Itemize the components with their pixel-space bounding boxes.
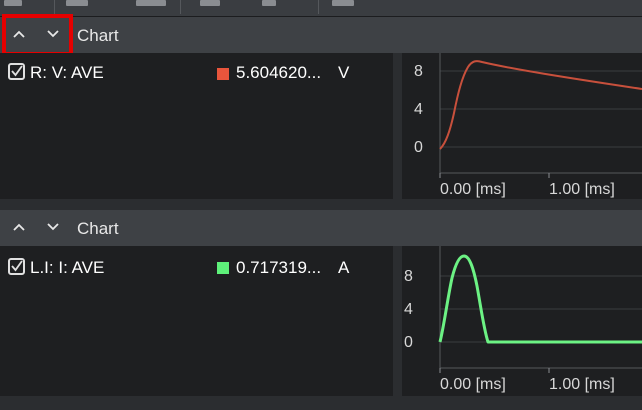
signal-checkbox[interactable] <box>8 63 25 80</box>
panel-title: Chart <box>77 26 119 45</box>
y-tick-label: 0 <box>404 334 413 351</box>
bottom-strip <box>0 396 642 410</box>
x-tick-label: 0.00 [ms] <box>440 376 506 393</box>
signal-color-swatch <box>217 68 229 80</box>
panel-header: Chart <box>0 210 642 246</box>
y-tick-label: 0 <box>414 139 423 156</box>
y-tick-label: 4 <box>404 301 413 318</box>
signal-value: 0.717319... <box>236 258 322 277</box>
chevron-down-icon[interactable] <box>40 21 66 47</box>
signal-list: R: V: AVE 5.604620... V <box>0 53 393 199</box>
signal-name: L.I: I: AVE <box>30 258 105 277</box>
x-tick-label: 1.00 [ms] <box>549 181 615 198</box>
toolbar-tool-icon[interactable] <box>136 0 166 6</box>
toolbar-separator <box>180 0 181 14</box>
chart-plot: 8 4 0 0.00 [ms] 1.00 [ms] <box>404 246 642 393</box>
panel-title: Chart <box>77 219 119 238</box>
signal-color-swatch <box>217 262 229 274</box>
toolbar-tool-icon[interactable] <box>332 0 354 6</box>
chart-plot-area[interactable]: 8 4 0 0.00 [ms] 1.00 [ms] <box>402 53 642 199</box>
signal-name: R: V: AVE <box>30 63 104 82</box>
y-tick-label: 4 <box>414 101 423 118</box>
chevron-up-icon[interactable] <box>6 214 32 240</box>
toolbar-tool-icon[interactable] <box>200 0 220 6</box>
signal-value: 5.604620... <box>236 63 322 82</box>
signal-unit: A <box>338 258 350 277</box>
x-tick-label: 1.00 [ms] <box>549 376 615 393</box>
toolbar <box>0 0 642 17</box>
y-tick-label: 8 <box>404 268 413 285</box>
toolbar-separator <box>54 0 55 14</box>
toolbar-tool-icon[interactable] <box>4 0 22 6</box>
chart-plot-area[interactable]: 8 4 0 0.00 [ms] 1.00 [ms] <box>402 246 642 396</box>
signal-unit: V <box>338 63 350 82</box>
chart-plot: 8 4 0 0.00 [ms] 1.00 [ms] <box>414 53 642 198</box>
signal-list: L.I: I: AVE 0.717319... A <box>0 246 393 396</box>
signal-trace <box>438 254 642 344</box>
chevron-up-icon[interactable] <box>6 21 32 47</box>
signal-trace <box>439 60 642 150</box>
y-tick-label: 8 <box>414 63 423 80</box>
toolbar-separator <box>318 0 319 14</box>
panel-header: Chart <box>0 17 642 53</box>
toolbar-tool-icon[interactable] <box>262 0 276 6</box>
toolbar-tool-icon[interactable] <box>66 0 88 6</box>
signal-checkbox[interactable] <box>8 258 25 275</box>
chevron-down-icon[interactable] <box>40 214 66 240</box>
x-tick-label: 0.00 [ms] <box>440 181 506 198</box>
